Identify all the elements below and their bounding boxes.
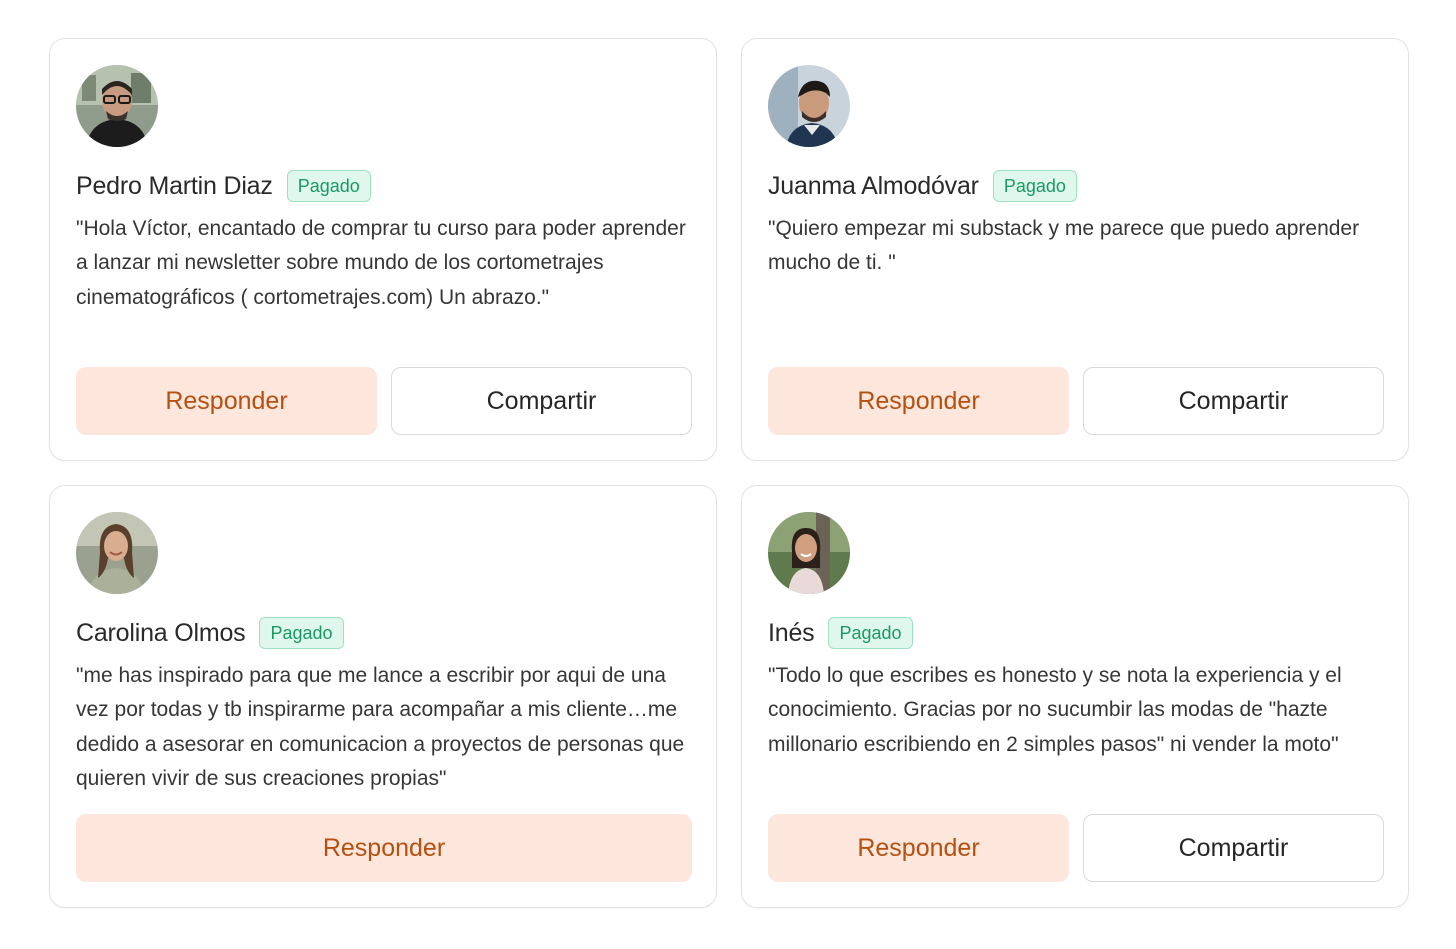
reply-button[interactable]: Responder [76, 814, 692, 882]
avatar [768, 512, 850, 594]
status-badge: Pagado [992, 170, 1077, 202]
status-badge: Pagado [286, 170, 371, 202]
share-button[interactable]: Compartir [1083, 814, 1384, 882]
testimonial-text: "Todo lo que escribes es honesto y se no… [768, 664, 1342, 756]
avatar [76, 65, 158, 147]
status-badge: Pagado [828, 617, 913, 649]
author-name: Carolina Olmos [76, 618, 246, 647]
author-name: Pedro Martin Diaz [76, 171, 273, 200]
testimonial-card-pedro: Pedro Martin Diaz Pagado "Hola Víctor, e… [49, 38, 717, 461]
share-button[interactable]: Compartir [1083, 367, 1384, 435]
avatar [768, 65, 850, 147]
reply-button[interactable]: Responder [768, 814, 1069, 882]
testimonial-card-ines: Inés Pagado "Todo lo que escribes es hon… [741, 485, 1409, 908]
reply-button[interactable]: Responder [76, 367, 377, 435]
name-row: Pedro Martin Diaz Pagado [76, 167, 371, 205]
testimonial-text: "me has inspirado para que me lance a es… [76, 664, 685, 790]
testimonial-card-carolina: Carolina Olmos Pagado "me has inspirado … [49, 485, 717, 908]
avatar [76, 512, 158, 594]
author-name: Juanma Almodóvar [768, 171, 979, 200]
name-row: Juanma Almodóvar Pagado [768, 167, 1077, 205]
testimonial-text: "Hola Víctor, encantado de comprar tu cu… [76, 217, 686, 309]
author-name: Inés [768, 618, 815, 647]
testimonial-text: "Quiero empezar mi substack y me parece … [768, 217, 1360, 275]
reply-button[interactable]: Responder [768, 367, 1069, 435]
testimonial-card-juanma: Juanma Almodóvar Pagado "Quiero empezar … [741, 38, 1409, 461]
name-row: Inés Pagado [768, 614, 913, 652]
name-row: Carolina Olmos Pagado [76, 614, 344, 652]
share-button[interactable]: Compartir [391, 367, 692, 435]
status-badge: Pagado [259, 617, 344, 649]
